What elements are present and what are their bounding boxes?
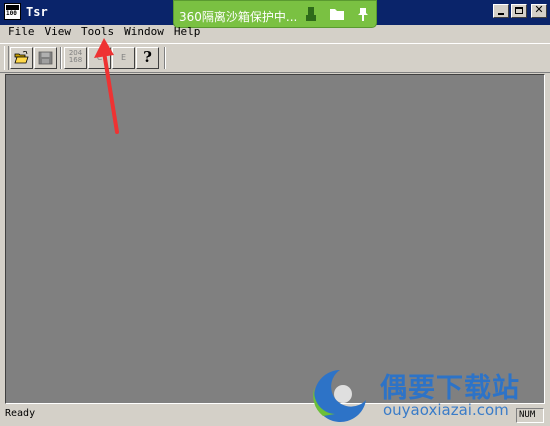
toolbar-separator (60, 47, 62, 69)
close-icon: ✕ (534, 3, 544, 16)
c-icon: C (96, 53, 103, 62)
watermark-url: ouyaoxiazai.com (383, 401, 509, 419)
help-icon: ? (143, 48, 152, 66)
sandbox-notification-bar: 360隔离沙箱保护中... (173, 0, 377, 28)
maximize-button[interactable] (511, 4, 527, 18)
close-button[interactable]: ✕ (531, 3, 547, 18)
sandbox-status-text: 360隔离沙箱保护中... (179, 10, 298, 24)
app-icon[interactable]: 100 (4, 3, 21, 20)
convert-button[interactable]: 204 168 (64, 47, 87, 69)
e-icon: E (120, 53, 127, 62)
save-disk-icon (38, 51, 53, 65)
toolbar-grip[interactable] (4, 46, 9, 70)
help-button[interactable]: ? (136, 47, 159, 69)
status-indicator-pane: NUM (516, 408, 544, 423)
window-title: Tsr (26, 5, 48, 19)
save-button[interactable] (34, 47, 57, 69)
minimize-icon (498, 13, 504, 15)
status-text: Ready (5, 408, 36, 419)
usb-icon[interactable] (300, 4, 322, 24)
app-window: 100 Tsr ✕ 360隔离沙箱保护中... File View Tools … (0, 0, 550, 426)
e-button[interactable]: E (112, 47, 135, 69)
menu-bar: File View Tools Window Help (0, 25, 550, 42)
toolbar-separator (164, 47, 166, 69)
c-button[interactable]: C (88, 47, 111, 69)
watermark-logo (313, 370, 366, 422)
menu-tools[interactable]: Tools (76, 25, 119, 42)
mdi-client-area[interactable] (5, 74, 545, 404)
pin-icon[interactable] (352, 4, 374, 24)
open-button[interactable] (10, 47, 33, 69)
convert-icon: 204 168 (68, 49, 83, 64)
toolbar: 204 168 C E ? (0, 43, 550, 73)
maximize-icon (515, 7, 523, 14)
folder-icon[interactable] (326, 4, 348, 24)
menu-file[interactable]: File (0, 25, 40, 42)
menu-window[interactable]: Window (119, 25, 169, 42)
menu-view[interactable]: View (40, 25, 77, 42)
menu-help[interactable]: Help (169, 25, 206, 42)
watermark-title: 偶要下载站 (380, 373, 520, 404)
minimize-button[interactable] (493, 4, 509, 18)
open-folder-icon (14, 51, 29, 64)
